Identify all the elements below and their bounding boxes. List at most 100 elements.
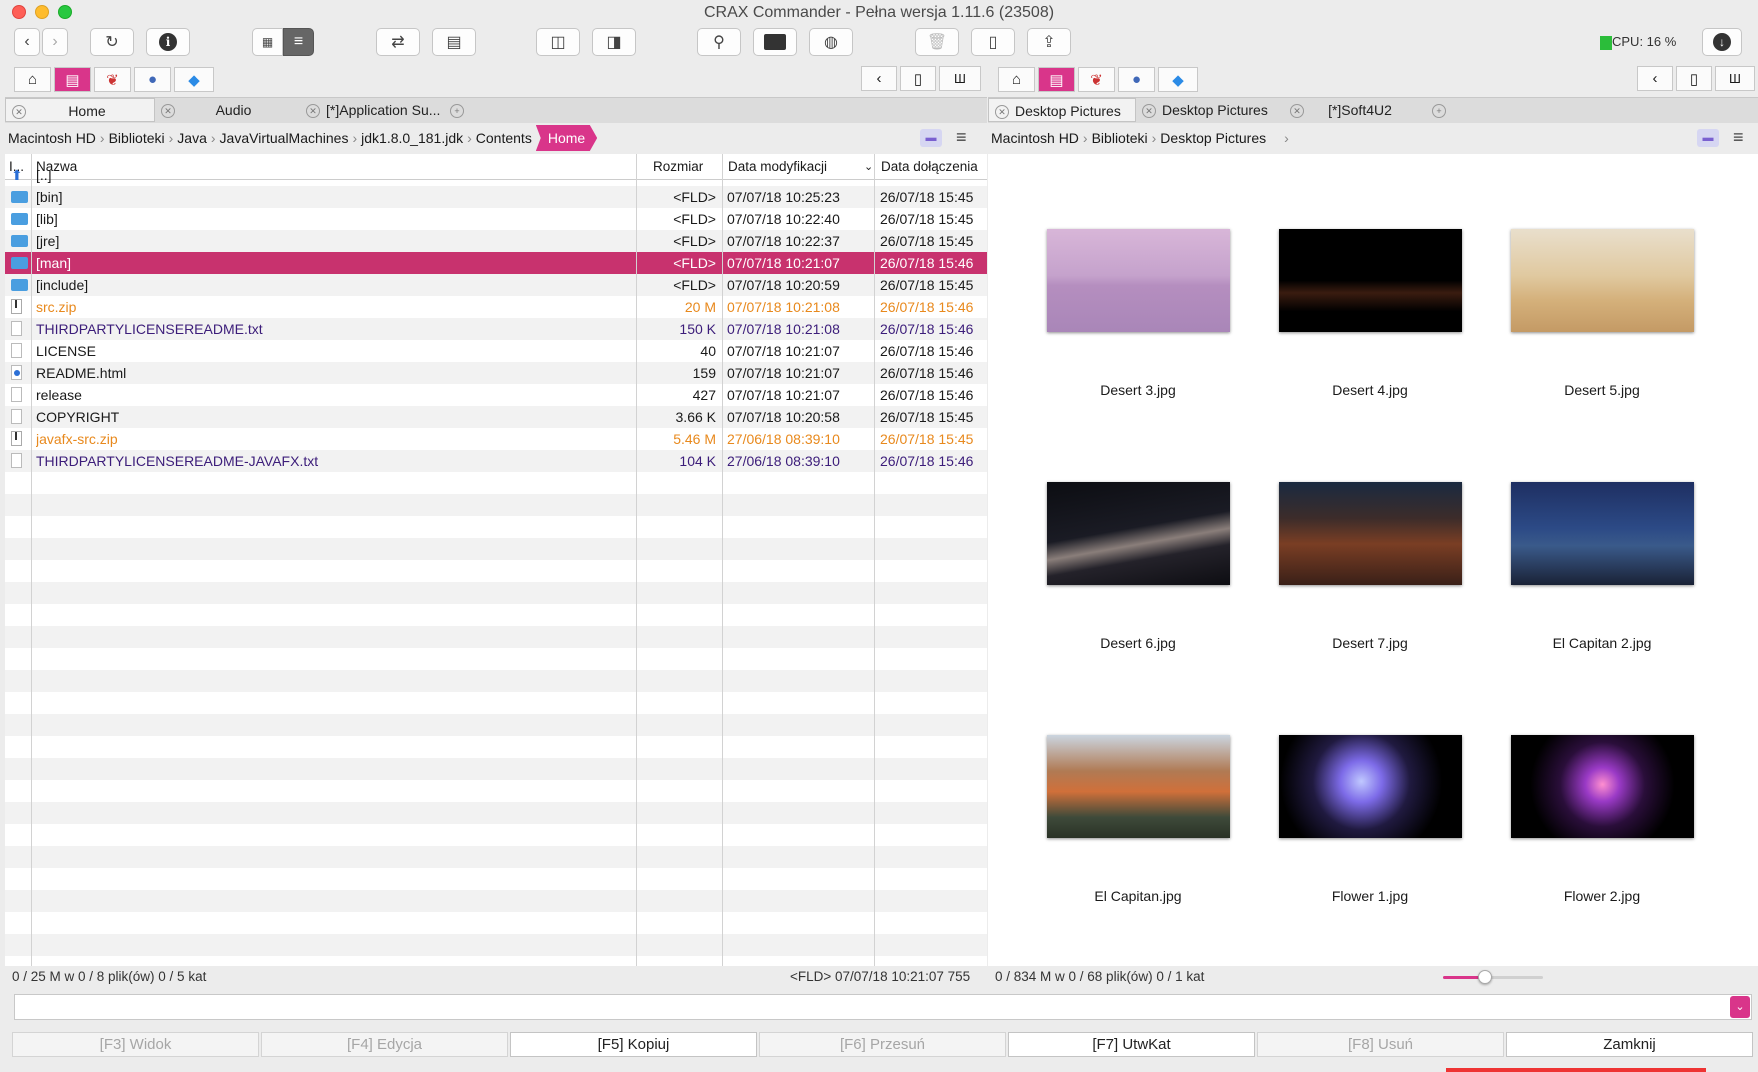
right-globe-shortcut[interactable]: ●	[1118, 67, 1155, 92]
file-row[interactable]: THIRDPARTYLICENSEREADME.txt 150 K 07/07/18…	[5, 318, 987, 340]
file-row[interactable]: src.zip 20 M 07/07/18 10:21:08 26/07/18 15:…	[5, 296, 987, 318]
properties-button[interactable]: ▯	[971, 28, 1015, 56]
right-tool[interactable]: Ш	[1715, 66, 1755, 91]
file-row[interactable]: README.html 159 07/07/18 10:21:07 26/07/18 …	[5, 362, 987, 384]
file-row[interactable]: [man] <FLD> 07/07/18 10:21:07 26/07/18 15:4…	[5, 252, 987, 274]
swap-panels-button[interactable]: ⇄	[376, 28, 420, 56]
download-button[interactable]: ↓	[1702, 28, 1742, 56]
left-globe-shortcut[interactable]: ●	[134, 67, 171, 92]
fkey-button[interactable]: [F6] Przesuń	[759, 1032, 1006, 1057]
crumb-item[interactable]: Desktop Pictures	[1160, 125, 1266, 151]
close-tab-icon[interactable]: ✕	[161, 104, 175, 119]
search-button[interactable]: ⚲	[697, 28, 741, 56]
refresh-button[interactable]: ↻	[90, 28, 134, 56]
left-network-shortcut[interactable]: ❦	[94, 67, 131, 92]
file-row[interactable]: [lib] <FLD> 07/07/18 10:22:40 26/07/18 15:4…	[5, 208, 987, 230]
command-history-dropdown[interactable]: ⌄	[1730, 996, 1750, 1018]
info-button[interactable]: i	[146, 28, 190, 56]
thumbnail-label[interactable]: El Capitan 2.jpg	[1487, 635, 1717, 651]
thumbnail-label[interactable]: Flower 1.jpg	[1255, 888, 1485, 904]
left-tab-3[interactable]: ✕ [*]Application Su...	[300, 98, 445, 122]
minimize-window-button[interactable]	[35, 5, 49, 19]
thumbnail-image[interactable]	[1279, 229, 1462, 332]
command-line-input[interactable]	[14, 994, 1752, 1020]
file-row[interactable]: [bin] <FLD> 07/07/18 10:25:23 26/07/18 15:4…	[5, 186, 987, 208]
left-folder-icon[interactable]: ▬	[920, 129, 942, 147]
left-tab-2[interactable]: ✕ Audio	[155, 98, 300, 122]
left-dropbox-shortcut[interactable]: ◆	[174, 67, 214, 92]
crumb-item[interactable]: JavaVirtualMachines	[220, 125, 349, 151]
thumb-size-slider[interactable]	[1443, 970, 1543, 984]
file-row[interactable]: release 427 07/07/18 10:21:07 26/07/18 15:4…	[5, 384, 987, 406]
crumb-item[interactable]: Macintosh HD	[991, 125, 1079, 151]
right-tab-3[interactable]: ✕ [*]Soft4U2	[1284, 98, 1429, 122]
fkey-button[interactable]: [F5] Kopiuj	[510, 1032, 757, 1057]
thumbnail-label[interactable]: Flower 2.jpg	[1487, 888, 1717, 904]
share-button[interactable]: ⇪	[1027, 28, 1071, 56]
grid-view-button[interactable]: ▦	[252, 28, 283, 56]
right-add-tab[interactable]: +	[1432, 98, 1452, 122]
right-new-file[interactable]: ▯	[1676, 66, 1712, 91]
thumbnail-image[interactable]	[1511, 735, 1694, 838]
thumbnail-image[interactable]	[1047, 735, 1230, 838]
thumbnail-image[interactable]	[1511, 482, 1694, 585]
delete-button[interactable]: 🗑︎	[915, 28, 959, 56]
zoom-window-button[interactable]	[58, 5, 72, 19]
compare-button[interactable]: ▤	[432, 28, 476, 56]
file-row[interactable]: [include] <FLD> 07/07/18 10:20:59 26/07/18 …	[5, 274, 987, 296]
thumbnail-label[interactable]: Desert 7.jpg	[1255, 635, 1485, 651]
fkey-button[interactable]: [F7] UtwKat	[1008, 1032, 1255, 1057]
file-row[interactable]: ⬆ [..]	[5, 164, 987, 186]
thumbnail-label[interactable]: Desert 3.jpg	[1023, 382, 1253, 398]
left-home-shortcut[interactable]: ⌂	[14, 67, 51, 92]
close-tab-icon[interactable]: ✕	[1290, 104, 1304, 119]
single-panel-button[interactable]: ◫	[536, 28, 580, 56]
right-menu-icon[interactable]: ≡	[1733, 127, 1744, 148]
thumbnail-label[interactable]: Desert 4.jpg	[1255, 382, 1485, 398]
thumbnail-image[interactable]	[1511, 229, 1694, 332]
thumbnail-image[interactable]	[1047, 482, 1230, 585]
crumb-item[interactable]: Macintosh HD	[8, 125, 96, 151]
file-row[interactable]: javafx-src.zip 5.46 M 27/06/18 08:39:10 26/…	[5, 428, 987, 450]
network-button[interactable]: ◍	[809, 28, 853, 56]
right-network-shortcut[interactable]: ❦	[1078, 67, 1115, 92]
thumbnail-image[interactable]	[1279, 735, 1462, 838]
forward-button[interactable]: ›	[42, 28, 68, 56]
crumb-item[interactable]: Biblioteki	[1092, 125, 1148, 151]
crumb-item[interactable]: Contents	[476, 125, 532, 151]
crumb-item[interactable]: Java	[177, 125, 207, 151]
file-row[interactable]: LICENSE 40 07/07/18 10:21:07 26/07/18 15:46	[5, 340, 987, 362]
thumbnail-label[interactable]: El Capitan.jpg	[1023, 888, 1253, 904]
file-row[interactable]: THIRDPARTYLICENSEREADME-JAVAFX.txt 104 K 2…	[5, 450, 987, 472]
close-tab-icon[interactable]: ✕	[1142, 104, 1156, 119]
close-window-button[interactable]	[12, 5, 26, 19]
left-tab-1[interactable]: ✕ Home	[5, 98, 155, 122]
right-disk-shortcut[interactable]: ▤	[1038, 67, 1075, 92]
file-row[interactable]: COPYRIGHT 3.66 K 07/07/18 10:20:58 26/07/18…	[5, 406, 987, 428]
crumb-item-current[interactable]: Home	[535, 125, 598, 151]
slider-knob[interactable]	[1478, 970, 1492, 984]
right-home-shortcut[interactable]: ⌂	[998, 67, 1035, 92]
crumb-item[interactable]: jdk1.8.0_181.jdk	[361, 125, 463, 151]
right-dropbox-shortcut[interactable]: ◆	[1158, 67, 1198, 92]
left-disk-shortcut[interactable]: ▤	[54, 67, 91, 92]
left-tool[interactable]: Ш	[939, 66, 981, 91]
left-menu-icon[interactable]: ≡	[956, 127, 967, 148]
close-tab-icon[interactable]: ✕	[995, 105, 1009, 120]
thumbnail-label[interactable]: Desert 5.jpg	[1487, 382, 1717, 398]
terminal-button[interactable]	[753, 28, 797, 56]
left-new-file[interactable]: ▯	[900, 66, 936, 91]
fkey-button[interactable]: Zamknij	[1506, 1032, 1753, 1057]
back-button[interactable]: ‹	[14, 28, 40, 56]
right-tab-1[interactable]: ✕ Desktop Pictures	[988, 98, 1136, 122]
fkey-button[interactable]: [F3] Widok	[12, 1032, 259, 1057]
left-add-tab[interactable]: +	[450, 98, 470, 122]
thumbnail-image[interactable]	[1279, 482, 1462, 585]
right-tab-2[interactable]: ✕ Desktop Pictures	[1136, 98, 1283, 122]
dual-panel-button[interactable]: ◨	[592, 28, 636, 56]
right-history-back[interactable]: ‹	[1637, 66, 1673, 91]
crumb-item[interactable]: Biblioteki	[109, 125, 165, 151]
list-view-button[interactable]: ≡	[283, 28, 314, 56]
left-history-back[interactable]: ‹	[861, 66, 897, 91]
fkey-button[interactable]: [F4] Edycja	[261, 1032, 508, 1057]
